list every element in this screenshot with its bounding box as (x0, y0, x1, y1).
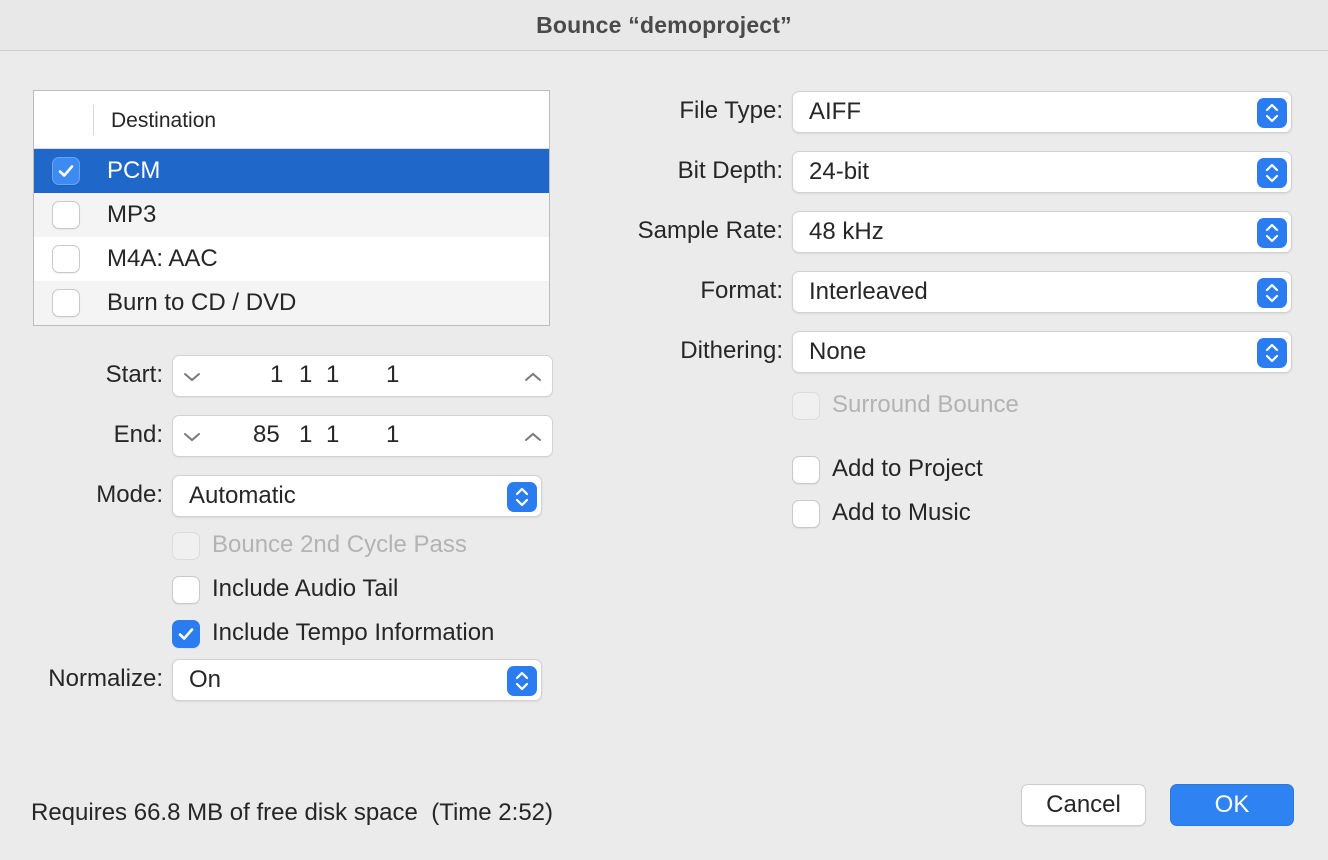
destination-label: M4A: AAC (107, 245, 218, 272)
end-position-field[interactable]: 85 1 1 1 (172, 415, 553, 457)
start-bar[interactable]: 1 (270, 361, 283, 389)
updown-chevron-icon[interactable] (1257, 158, 1287, 188)
include-audio-tail-checkbox[interactable] (172, 576, 200, 604)
format-popup[interactable]: Interleaved (792, 271, 1292, 313)
updown-chevron-icon[interactable] (1257, 338, 1287, 368)
add-to-project-label[interactable]: Add to Project (832, 455, 983, 483)
include-audio-tail-label[interactable]: Include Audio Tail (212, 575, 398, 603)
add-to-project-checkbox[interactable] (792, 456, 820, 484)
file-type-popup[interactable]: AIFF (792, 91, 1292, 133)
destination-column-header[interactable]: Destination (111, 109, 216, 133)
pcm-checkbox[interactable] (52, 157, 80, 185)
destination-label: PCM (107, 157, 161, 184)
end-beat[interactable]: 1 (299, 421, 312, 449)
bit-depth-popup[interactable]: 24-bit (792, 151, 1292, 193)
destination-label: Burn to CD / DVD (107, 289, 297, 316)
bounce-2nd-cycle-label: Bounce 2nd Cycle Pass (212, 531, 467, 558)
end-division[interactable]: 1 (326, 421, 339, 449)
dithering-label: Dithering: (680, 337, 783, 364)
start-division[interactable]: 1 (326, 361, 339, 389)
destination-row-mp3[interactable]: MP3 (34, 193, 549, 237)
sample-rate-label: Sample Rate: (637, 217, 783, 244)
title-bar: Bounce “demoproject” (0, 0, 1328, 51)
mode-popup[interactable]: Automatic (172, 475, 542, 517)
sample-rate-popup[interactable]: 48 kHz (792, 211, 1292, 253)
window-title: Bounce “demoproject” (536, 11, 792, 38)
normalize-value: On (189, 666, 222, 693)
add-to-music-label[interactable]: Add to Music (832, 499, 971, 527)
file-type-value: AIFF (809, 98, 861, 125)
m4a-checkbox[interactable] (52, 245, 80, 273)
destination-label: MP3 (107, 201, 157, 228)
start-position-field[interactable]: 1 1 1 1 (172, 355, 553, 397)
surround-bounce-checkbox (792, 392, 820, 420)
end-bar[interactable]: 85 (253, 421, 280, 449)
file-type-label: File Type: (679, 97, 783, 124)
end-label: End: (113, 421, 163, 448)
chevron-up-icon[interactable] (520, 364, 546, 390)
bounce-2nd-cycle-checkbox (172, 532, 200, 560)
updown-chevron-icon[interactable] (1257, 98, 1287, 128)
include-tempo-label[interactable]: Include Tempo Information (212, 619, 494, 647)
end-tick[interactable]: 1 (386, 421, 399, 449)
column-separator (93, 105, 94, 135)
mode-label: Mode: (96, 481, 163, 508)
include-tempo-checkbox[interactable] (172, 620, 200, 648)
burn-checkbox[interactable] (52, 289, 80, 317)
bit-depth-label: Bit Depth: (677, 157, 783, 184)
updown-chevron-icon[interactable] (1257, 278, 1287, 308)
dithering-value: None (809, 338, 867, 365)
format-value: Interleaved (809, 278, 928, 305)
updown-chevron-icon[interactable] (507, 482, 537, 512)
normalize-popup[interactable]: On (172, 659, 542, 701)
destination-header: Destination (34, 91, 549, 149)
sample-rate-value: 48 kHz (809, 218, 884, 245)
ok-button[interactable]: OK (1170, 784, 1294, 826)
chevron-up-icon[interactable] (520, 424, 546, 450)
dithering-popup[interactable]: None (792, 331, 1292, 373)
chevron-down-icon[interactable] (179, 364, 205, 390)
cancel-button[interactable]: Cancel (1021, 784, 1146, 826)
surround-bounce-label: Surround Bounce (832, 391, 1019, 418)
start-tick[interactable]: 1 (386, 361, 399, 389)
mode-value: Automatic (189, 482, 296, 509)
destination-row-burn[interactable]: Burn to CD / DVD (34, 281, 549, 325)
updown-chevron-icon[interactable] (1257, 218, 1287, 248)
normalize-label: Normalize: (48, 665, 163, 692)
checkmark-icon (178, 628, 194, 640)
updown-chevron-icon[interactable] (507, 666, 537, 696)
destination-table: Destination PCM MP3 M4A: AAC Burn to CD … (33, 90, 550, 326)
destination-row-m4a[interactable]: M4A: AAC (34, 237, 549, 281)
format-label: Format: (700, 277, 783, 304)
bit-depth-value: 24-bit (809, 158, 870, 185)
checkmark-icon (58, 165, 74, 177)
start-label: Start: (105, 361, 163, 388)
chevron-down-icon[interactable] (179, 424, 205, 450)
start-beat[interactable]: 1 (299, 361, 312, 389)
disk-space-status: Requires 66.8 MB of free disk space (Tim… (31, 799, 553, 826)
add-to-music-checkbox[interactable] (792, 500, 820, 528)
mp3-checkbox[interactable] (52, 201, 80, 229)
destination-row-pcm[interactable]: PCM (34, 149, 549, 193)
